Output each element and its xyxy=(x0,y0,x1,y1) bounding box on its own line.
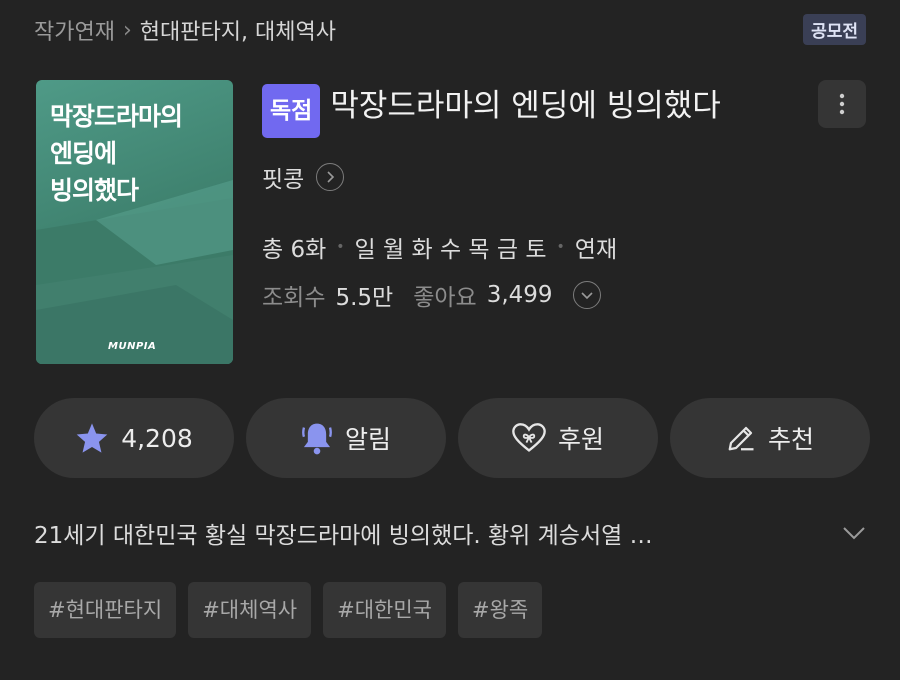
chevron-down-circle-icon[interactable] xyxy=(572,281,601,309)
novel-title: 독점 막장드라마의 엔딩에 빙의했다 xyxy=(262,82,802,138)
tag-chip[interactable]: #왕족 xyxy=(457,582,543,638)
breadcrumb-genre[interactable]: 현대판타지, 대체역사 xyxy=(140,14,336,46)
notification-label: 알림 xyxy=(344,425,391,454)
heart-gift-icon xyxy=(512,423,546,452)
publisher-logo: MUNPIA xyxy=(108,341,157,352)
notification-button[interactable]: 알림 xyxy=(246,398,446,478)
title-row: 독점 막장드라마의 엔딩에 빙의했다 xyxy=(262,82,802,138)
bell-icon xyxy=(302,423,332,455)
release-days: 일 월 화 수 목 금 토 xyxy=(354,237,547,263)
contest-badge: 공모전 xyxy=(803,14,866,45)
total-episodes: 총 6화 xyxy=(262,237,327,263)
favorite-button[interactable]: 4,208 xyxy=(34,398,234,478)
chevron-right-icon: › xyxy=(122,17,132,43)
breadcrumb-category[interactable]: 작가연재 xyxy=(34,14,115,46)
views-label: 조회수 xyxy=(262,285,326,311)
tag-chip[interactable]: #현대판타지 xyxy=(34,582,177,638)
breadcrumb: 작가연재 › 현대판타지, 대체역사 xyxy=(34,14,336,46)
likes-value: 3,499 xyxy=(486,282,553,308)
likes-label: 좋아요 xyxy=(413,285,477,311)
tag-chip[interactable]: #대한민국 xyxy=(323,582,446,638)
novel-title-text: 막장드라마의 엔딩에 빙의했다 xyxy=(330,88,721,124)
synopsis-text: 21세기 대한민국 황실 막장드라마에 빙의했다. 황위 계승서열 … xyxy=(34,523,653,549)
action-bar: 4,208 알림 후원 추천 xyxy=(34,398,870,478)
views-value: 5.5만 xyxy=(335,285,394,311)
chevron-right-circle-icon xyxy=(316,163,345,191)
tag-chip[interactable]: #대체역사 xyxy=(188,582,312,638)
serial-meta: 총 6화 • 일 월 화 수 목 금 토 • 연재 xyxy=(262,230,802,264)
serial-status: 연재 xyxy=(574,237,618,263)
tag-list: #현대판타지 #대체역사 #대한민국 #왕족 xyxy=(34,582,543,638)
more-options-button[interactable] xyxy=(818,80,866,128)
chevron-down-icon xyxy=(843,527,865,540)
synopsis-toggle[interactable]: 21세기 대한민국 황실 막장드라마에 빙의했다. 황위 계승서열 … xyxy=(34,516,866,550)
star-icon xyxy=(76,423,108,453)
favorite-count: 4,208 xyxy=(121,423,193,453)
author-link[interactable]: 핏콩 xyxy=(262,160,802,194)
stats-row: 조회수 5.5만 좋아요 3,499 xyxy=(262,278,802,312)
novel-info: 독점 막장드라마의 엔딩에 빙의했다 핏콩 총 6화 • 일 월 화 수 목 금 … xyxy=(262,82,802,312)
recommend-label: 추천 xyxy=(767,425,814,454)
vertical-dots-icon xyxy=(839,93,845,115)
author-name: 핏콩 xyxy=(262,167,305,193)
exclusive-badge: 독점 xyxy=(262,84,321,138)
recommend-button[interactable]: 추천 xyxy=(670,398,870,478)
dot-separator: • xyxy=(556,239,565,255)
sponsor-label: 후원 xyxy=(557,425,604,454)
cover-title: 막장드라마의 엔딩에 빙의했다 xyxy=(50,102,183,205)
pencil-icon xyxy=(728,426,754,451)
dot-separator: • xyxy=(336,239,345,255)
sponsor-button[interactable]: 후원 xyxy=(458,398,658,478)
book-cover[interactable]: 막장드라마의 엔딩에 빙의했다 MUNPIA xyxy=(36,80,233,364)
